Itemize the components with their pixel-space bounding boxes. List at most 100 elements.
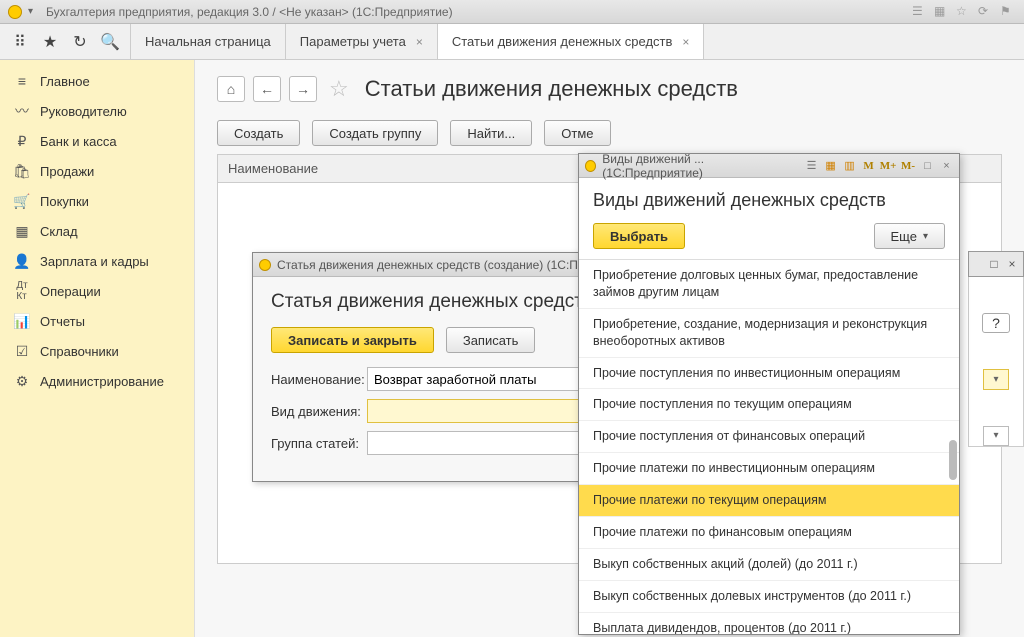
group-label: Группа статей: [271, 436, 367, 451]
types-list-item[interactable]: Прочие платежи по инвестиционным операци… [579, 453, 959, 485]
main-toolbar: ⠿ ★ ↻ 🔍 Начальная страница Параметры уче… [0, 24, 1024, 60]
tab-accounting-params[interactable]: Параметры учета × [285, 24, 437, 59]
nav-label: Склад [40, 224, 78, 239]
toolbar-icon-3[interactable]: ▥ [843, 159, 856, 173]
nav-label: Администрирование [40, 374, 164, 389]
chart-icon: 📊 [14, 313, 30, 329]
toolbar-icon-2[interactable]: ▦ [824, 159, 837, 173]
check-icon: ☑ [14, 343, 30, 359]
nav-manager[interactable]: 〰Руководителю [0, 96, 194, 126]
bag-icon: 🛍 [14, 163, 30, 179]
tab-label: Параметры учета [300, 34, 406, 49]
page-header: ⌂ ← → ☆ Статьи движения денежных средств [217, 76, 1002, 102]
star-icon[interactable]: ★ [36, 28, 64, 56]
tabs: Начальная страница Параметры учета × Ста… [130, 24, 704, 59]
types-list-item[interactable]: Приобретение, создание, модернизация и р… [579, 309, 959, 358]
nav-purchases[interactable]: 🛒 Покупки [0, 186, 194, 216]
cart-icon: 🛒 [14, 193, 30, 209]
nav-main[interactable]: ≡ Главное [0, 66, 194, 96]
types-list-item[interactable]: Прочие поступления от финансовых операци… [579, 421, 959, 453]
nav-label: Справочники [40, 344, 119, 359]
forward-button[interactable]: → [289, 76, 317, 102]
sys-icon-2[interactable]: ▦ [934, 4, 950, 20]
nav-catalogs[interactable]: ☑ Справочники [0, 336, 194, 366]
cancel-button[interactable]: Отме [544, 120, 610, 146]
save-and-close-button[interactable]: Записать и закрыть [271, 327, 434, 353]
more-button[interactable]: Еще [874, 223, 945, 249]
background-dialog-titlebar[interactable]: □ × [968, 251, 1024, 277]
home-button[interactable]: ⌂ [217, 76, 245, 102]
app-title: Бухгалтерия предприятия, редакция 3.0 / … [46, 5, 906, 19]
nav-label: Главное [40, 74, 90, 89]
types-list-item[interactable]: Выкуп собственных акций (долей) (до 2011… [579, 549, 959, 581]
close-icon[interactable]: × [416, 35, 423, 49]
types-list[interactable]: Приобретение долговых ценных бумаг, пред… [579, 259, 959, 634]
close-icon[interactable]: × [940, 159, 953, 173]
nav-operations[interactable]: ДтКтОперации [0, 276, 194, 306]
grid-icon: ▦ [14, 223, 30, 239]
person-icon: 👤 [14, 253, 30, 269]
dropdown-toggle[interactable]: ▾ [983, 369, 1009, 389]
back-button[interactable]: ← [253, 76, 281, 102]
nav-admin[interactable]: ⚙Администрирование [0, 366, 194, 396]
wave-icon: 〰 [14, 103, 30, 119]
nav-warehouse[interactable]: ▦ Склад [0, 216, 194, 246]
operations-icon: ДтКт [14, 283, 30, 299]
nav-sales[interactable]: 🛍 Продажи [0, 156, 194, 186]
dialog-title-text: Статья движения денежных средств (создан… [277, 258, 578, 272]
types-list-item[interactable]: Приобретение долговых ценных бумаг, пред… [579, 260, 959, 309]
types-toolbar: Выбрать Еще [593, 223, 945, 249]
apps-grid-icon[interactable]: ⠿ [6, 28, 34, 56]
nav-bank[interactable]: ₽Банк и касса [0, 126, 194, 156]
history-icon[interactable]: ↻ [66, 28, 94, 56]
app-icon [585, 160, 596, 172]
scrollbar-thumb[interactable] [949, 440, 957, 480]
name-label: Наименование: [271, 372, 367, 387]
types-list-item[interactable]: Выплата дивидендов, процентов (до 2011 г… [579, 613, 959, 635]
nav-label: Банк и касса [40, 134, 117, 149]
nav-salary[interactable]: 👤 Зарплата и кадры [0, 246, 194, 276]
create-group-button[interactable]: Создать группу [312, 120, 438, 146]
background-dialog: □ × ? ▾ ▾ [968, 251, 1024, 451]
sys-icon-3[interactable]: ☆ [956, 4, 972, 20]
save-button[interactable]: Записать [446, 327, 536, 353]
nav-reports[interactable]: 📊 Отчеты [0, 306, 194, 336]
types-list-item[interactable]: Прочие платежи по финансовым операциям [579, 517, 959, 549]
nav-label: Продажи [40, 164, 94, 179]
menu-icon: ≡ [14, 73, 30, 89]
maximize-icon[interactable]: □ [987, 257, 1001, 271]
sys-icon-4[interactable]: ⟳ [978, 4, 994, 20]
tab-label: Статьи движения денежных средств [452, 34, 673, 49]
m-icon[interactable]: M [862, 159, 875, 173]
close-icon[interactable]: × [682, 35, 689, 49]
close-icon[interactable]: × [1005, 257, 1019, 271]
maximize-icon[interactable]: □ [921, 159, 934, 173]
types-list-item[interactable]: Прочие поступления по инвестиционным опе… [579, 358, 959, 390]
navigation-sidebar: ≡ Главное 〰Руководителю ₽Банк и касса 🛍 Пр… [0, 60, 195, 637]
find-button[interactable]: Найти... [450, 120, 532, 146]
types-list-item[interactable]: Прочие платежи по текущим операциям [579, 485, 959, 517]
dropdown-icon[interactable]: ▾ [28, 6, 40, 18]
m-minus-icon[interactable]: M- [901, 159, 915, 173]
app-titlebar: ▾ Бухгалтерия предприятия, редакция 3.0 … [0, 0, 1024, 24]
sys-icon-5[interactable]: ⚑ [1000, 4, 1016, 20]
types-list-item[interactable]: Выкуп собственных долевых инструментов (… [579, 581, 959, 613]
create-button[interactable]: Создать [217, 120, 300, 146]
types-dialog-titlebar[interactable]: Виды движений ... (1С:Предприятие) ☰ ▦ ▥… [579, 154, 959, 178]
search-icon[interactable]: 🔍 [96, 28, 124, 56]
types-list-item[interactable]: Прочие поступления по текущим операциям [579, 389, 959, 421]
sys-icon-1[interactable]: ☰ [912, 4, 928, 20]
toolbar-left: ⠿ ★ ↻ 🔍 [0, 24, 130, 59]
select-button[interactable]: Выбрать [593, 223, 685, 249]
tab-cash-flow-items[interactable]: Статьи движения денежных средств × [437, 24, 705, 59]
nav-label: Покупки [40, 194, 89, 209]
help-button[interactable]: ? [982, 313, 1010, 333]
nav-label: Зарплата и кадры [40, 254, 149, 269]
dropdown-toggle[interactable]: ▾ [983, 426, 1009, 446]
tab-start-page[interactable]: Начальная страница [130, 24, 285, 59]
favorite-star-icon[interactable]: ☆ [329, 76, 349, 102]
system-icons: ☰ ▦ ☆ ⟳ ⚑ [912, 4, 1016, 20]
m-plus-icon[interactable]: M+ [881, 159, 895, 173]
toolbar-icon-1[interactable]: ☰ [805, 159, 818, 173]
nav-label: Отчеты [40, 314, 85, 329]
